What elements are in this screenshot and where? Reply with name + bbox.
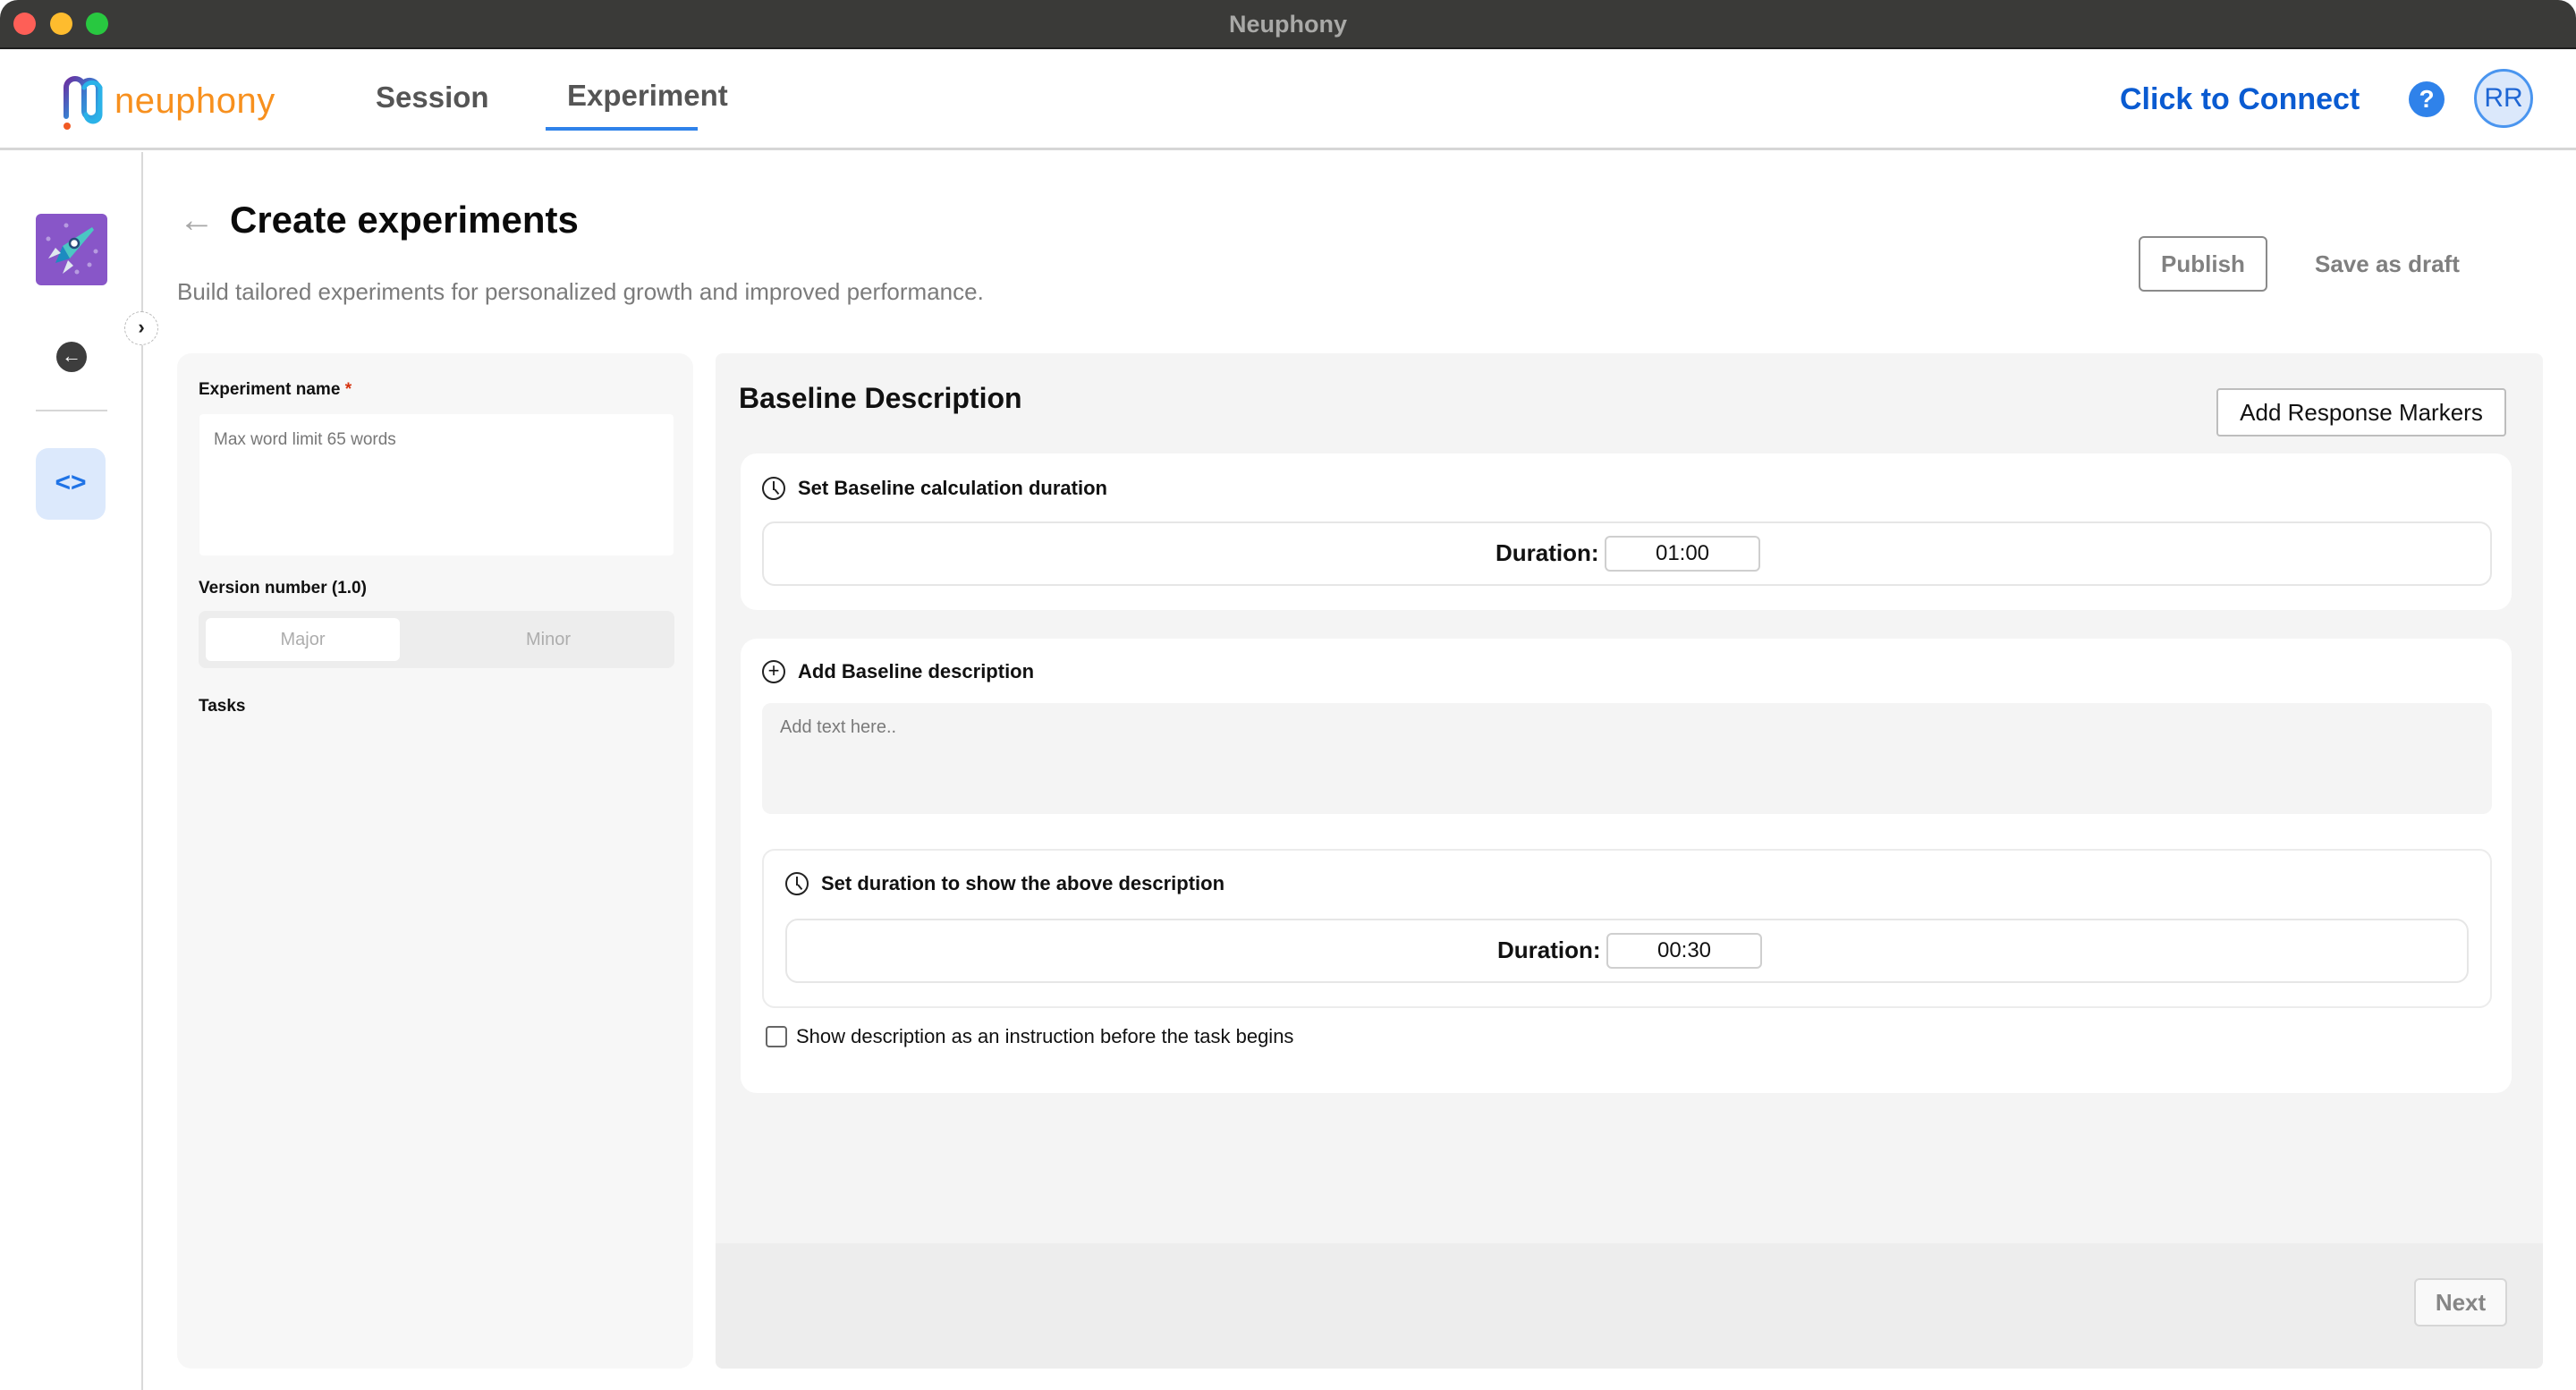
- save-as-draft-button[interactable]: Save as draft: [2315, 250, 2460, 278]
- app-header: neuphony Session Experiment Click to Con…: [0, 50, 2576, 150]
- clock-icon: [785, 872, 809, 895]
- description-duration-row: Duration:: [785, 919, 2469, 983]
- version-number-label: Version number (1.0): [199, 579, 367, 598]
- description-duration-heading-text: Set duration to show the above descripti…: [821, 872, 1225, 894]
- add-baseline-description-text: Add Baseline description: [798, 660, 1035, 682]
- description-duration-card: Set duration to show the above descripti…: [762, 849, 2492, 1008]
- baseline-duration-card: Set Baseline calculation duration Durati…: [741, 453, 2512, 610]
- active-tab-indicator: [546, 127, 698, 131]
- instruction-checkbox-label: Show description as an instruction befor…: [796, 1025, 1294, 1047]
- page-subtitle: Build tailored experiments for personali…: [177, 278, 984, 305]
- baseline-panel: Baseline Description Add Response Marker…: [716, 353, 2543, 1369]
- help-icon[interactable]: ?: [2409, 81, 2445, 117]
- baseline-description-title: Baseline Description: [739, 382, 1022, 414]
- code-brackets-icon: <>: [55, 468, 87, 497]
- tab-session[interactable]: Session: [376, 81, 489, 114]
- rocket-icon: [46, 223, 98, 275]
- clock-icon: [762, 477, 785, 500]
- instruction-checkbox-row[interactable]: Show description as an instruction befor…: [766, 1025, 1293, 1048]
- back-arrow-icon[interactable]: ←: [179, 200, 215, 241]
- baseline-description-card: + Add Baseline description Set duration …: [741, 639, 2512, 1093]
- window-titlebar: Neuphony: [0, 0, 2576, 49]
- plus-circle-icon: +: [762, 660, 785, 683]
- logo-text: neuphony: [114, 81, 275, 121]
- experiment-name-input[interactable]: [199, 414, 674, 555]
- version-segmented-control: Major Minor: [199, 611, 674, 668]
- next-button[interactable]: Next: [2414, 1278, 2507, 1326]
- sidebar-item-code[interactable]: <>: [36, 448, 106, 520]
- description-duration-heading: Set duration to show the above descripti…: [785, 872, 1224, 895]
- baseline-duration-heading-text: Set Baseline calculation duration: [798, 477, 1107, 499]
- experiment-name-label-text: Experiment name: [199, 380, 341, 399]
- page-title: Create experiments: [230, 199, 579, 241]
- neuphony-logo-icon: [64, 76, 103, 130]
- window-title: Neuphony: [1229, 11, 1347, 38]
- panel-footer: Next: [716, 1243, 2543, 1369]
- sidebar-expand-toggle[interactable]: ›: [124, 311, 158, 345]
- description-duration-input[interactable]: [1606, 933, 1762, 969]
- version-major-option[interactable]: Major: [206, 618, 400, 661]
- user-avatar[interactable]: RR: [2474, 69, 2533, 128]
- duration-label: Duration:: [1496, 539, 1599, 566]
- duration-label: Duration:: [1497, 937, 1601, 963]
- version-minor-option[interactable]: Minor: [428, 618, 669, 661]
- experiment-name-label: Experiment name *: [199, 380, 352, 400]
- baseline-duration-heading: Set Baseline calculation duration: [762, 477, 1107, 500]
- tab-experiment[interactable]: Experiment: [567, 79, 728, 113]
- baseline-duration-input[interactable]: [1605, 536, 1760, 572]
- baseline-description-input[interactable]: [762, 703, 2492, 814]
- experiment-details-panel: Experiment name * Version number (1.0) M…: [177, 353, 693, 1369]
- sidebar-divider: [36, 410, 107, 411]
- publish-button[interactable]: Publish: [2139, 236, 2267, 292]
- sidebar: ← <>: [0, 152, 143, 1390]
- instruction-checkbox[interactable]: [766, 1026, 787, 1047]
- click-to-connect-link[interactable]: Click to Connect: [2120, 82, 2360, 117]
- required-mark: *: [344, 380, 352, 399]
- neuphony-logo[interactable]: neuphony: [59, 72, 275, 131]
- sidebar-item-rocket[interactable]: [36, 214, 107, 285]
- arrow-left-circle-icon[interactable]: ←: [56, 342, 87, 372]
- add-response-markers-button[interactable]: Add Response Markers: [2216, 388, 2506, 436]
- tasks-label: Tasks: [199, 697, 246, 716]
- baseline-duration-row: Duration:: [762, 521, 2492, 586]
- add-baseline-description-heading[interactable]: + Add Baseline description: [762, 660, 1034, 683]
